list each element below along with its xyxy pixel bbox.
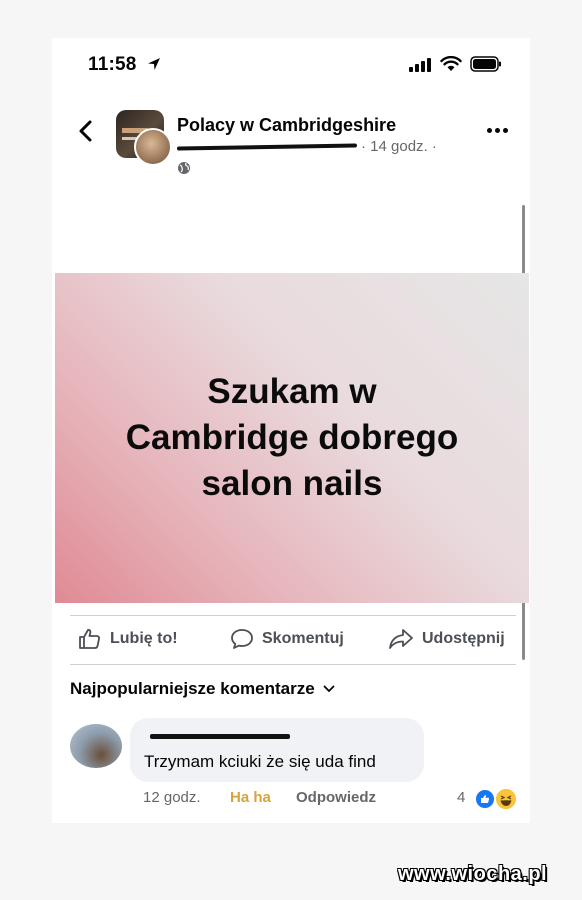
wifi-icon: [440, 56, 462, 71]
battery-icon: [470, 56, 501, 72]
comment-time[interactable]: 12 godz.: [143, 789, 201, 806]
more-icon[interactable]: [487, 128, 508, 133]
comment-text: Trzymam kciuki że się uda find: [144, 752, 376, 771]
comment-sort-label: Najpopularniejsze komentarze: [70, 679, 315, 698]
post-image[interactable]: Szukam w Cambridge dobrego salon nails: [55, 273, 529, 603]
like-icon: [79, 629, 100, 649]
share-label: Udostępnij: [422, 630, 505, 647]
comment-sort-dropdown[interactable]: Najpopularniejsze komentarze: [70, 679, 335, 699]
redacted-commenter-name: [150, 734, 290, 739]
reaction-count[interactable]: 4: [457, 789, 465, 806]
location-arrow-icon: [148, 58, 160, 70]
post-text: Szukam w Cambridge dobrego salon nails: [125, 372, 459, 503]
comment-icon: [231, 629, 253, 649]
post-meta: · 14 godz. ·: [176, 138, 437, 155]
commenter-avatar[interactable]: [70, 724, 122, 768]
haha-reaction-icon: [494, 787, 518, 811]
comment-reply-button[interactable]: Odpowiedz: [296, 789, 376, 806]
divider: [70, 664, 516, 665]
post-time[interactable]: · 14 godz. ·: [361, 138, 437, 155]
chevron-down-icon: [323, 685, 335, 693]
like-label: Lubię to!: [110, 630, 178, 647]
author-avatar[interactable]: [134, 128, 172, 166]
status-icons: [408, 56, 502, 72]
share-button[interactable]: Udostępnij: [388, 628, 505, 650]
redacted-author-name: [176, 143, 358, 151]
like-reaction-icon: [474, 788, 496, 810]
watermark: www.wiocha.pl: [398, 863, 548, 885]
globe-icon: [178, 162, 190, 174]
status-time: 11:58: [88, 54, 137, 75]
comment-button[interactable]: Skomentuj: [230, 628, 344, 650]
comment-haha-reaction[interactable]: Ha ha: [230, 789, 271, 806]
comment-bubble: [130, 718, 424, 782]
share-icon: [389, 629, 413, 649]
divider: [70, 615, 516, 616]
like-button[interactable]: Lubię to!: [78, 628, 178, 650]
group-name[interactable]: Polacy w Cambridgeshire: [177, 115, 396, 136]
back-icon[interactable]: [76, 119, 96, 143]
signal-icon: [409, 57, 431, 72]
comment-label: Skomentuj: [262, 630, 344, 647]
